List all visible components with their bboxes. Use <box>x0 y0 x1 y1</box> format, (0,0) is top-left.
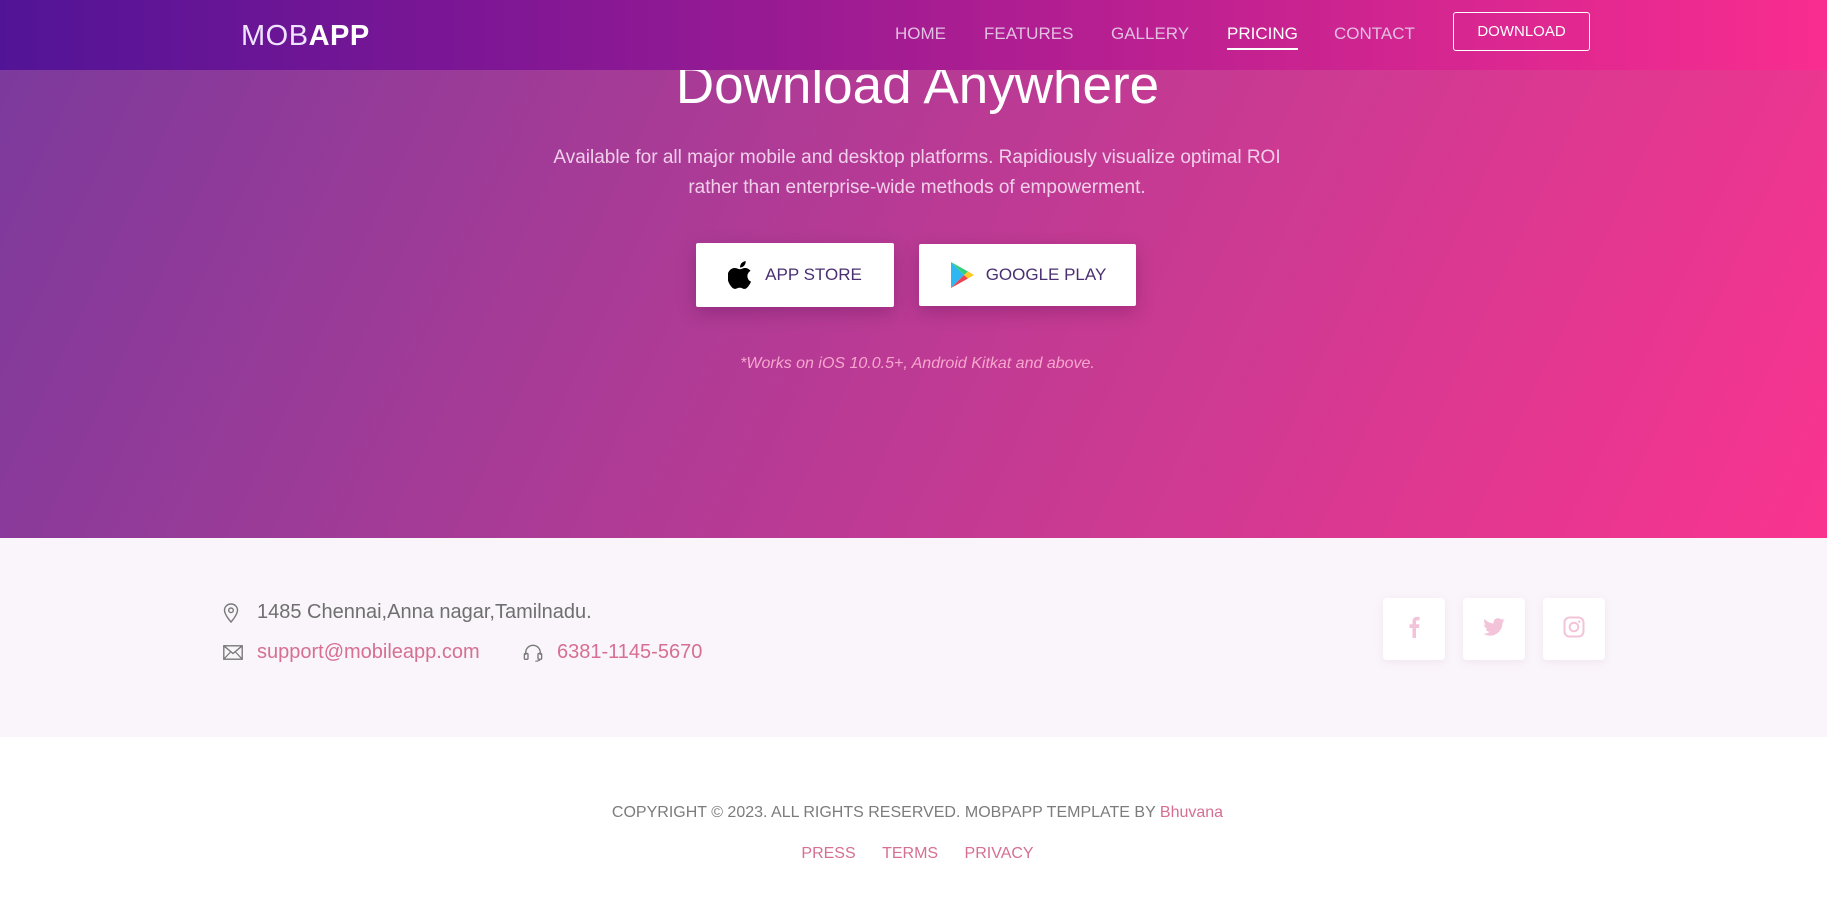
twitter-button[interactable] <box>1463 598 1525 660</box>
google-play-label: GOOGLE PLAY <box>985 265 1107 284</box>
hero-description-line-2: rather than enterprise-wide methods of e… <box>688 177 1146 198</box>
nav-pricing[interactable]: PRICING <box>1227 24 1298 50</box>
facebook-icon <box>1408 616 1420 643</box>
email-line: support@mobileapp.com <box>223 641 480 664</box>
compatibility-note: *Works on iOS 10.0.5+, Android Kitkat an… <box>740 355 1095 372</box>
footer: COPYRIGHT © 2023. ALL RIGHTS RESERVED. M… <box>0 737 1827 922</box>
twitter-icon <box>1483 617 1505 641</box>
phone-line: 6381-1145-5670 <box>523 641 702 664</box>
headset-icon <box>523 643 543 663</box>
apple-icon <box>728 260 754 290</box>
author-link[interactable]: Bhuvana <box>1160 804 1223 821</box>
phone-link[interactable]: 6381-1145-5670 <box>557 641 702 664</box>
address-line: 1485 Chennai,Anna nagar,Tamilnadu. <box>223 601 592 624</box>
footer-links: PRESS TERMS PRIVACY <box>0 845 1827 863</box>
app-store-button[interactable]: APP STORE <box>696 243 894 307</box>
google-play-icon <box>949 261 975 289</box>
hero-description-line-1: Available for all major mobile and deskt… <box>553 147 1281 168</box>
instagram-button[interactable] <box>1543 598 1605 660</box>
nav-contact[interactable]: CONTACT <box>1334 24 1415 44</box>
footer-link-terms[interactable]: TERMS <box>882 845 938 862</box>
footer-link-press[interactable]: PRESS <box>801 845 855 862</box>
top-navbar: MOBAPP HOME FEATURES GALLERY PRICING CON… <box>0 0 1827 70</box>
email-link[interactable]: support@mobileapp.com <box>257 641 480 664</box>
contact-band: 1485 Chennai,Anna nagar,Tamilnadu. suppo… <box>0 538 1827 737</box>
instagram-icon <box>1563 616 1585 643</box>
google-play-button[interactable]: GOOGLE PLAY <box>919 244 1136 306</box>
copyright-label: COPYRIGHT © 2023. ALL RIGHTS RESERVED. M… <box>611 804 1156 821</box>
location-pin-icon <box>223 602 243 623</box>
nav-gallery[interactable]: GALLERY <box>1111 24 1189 44</box>
hero-description: Available for all major mobile and deskt… <box>513 143 1321 203</box>
nav-features[interactable]: FEATURES <box>984 24 1073 44</box>
nav-home[interactable]: HOME <box>895 24 946 44</box>
download-hero: Download Anywhere Available for all majo… <box>0 0 1827 538</box>
app-store-label: APP STORE <box>765 265 862 284</box>
nav-download-button[interactable]: DOWNLOAD <box>1453 12 1590 51</box>
facebook-button[interactable] <box>1383 598 1445 660</box>
copyright-text: COPYRIGHT © 2023. ALL RIGHTS RESERVED. M… <box>0 804 1827 822</box>
address-text: 1485 Chennai,Anna nagar,Tamilnadu. <box>257 601 592 623</box>
footer-link-privacy[interactable]: PRIVACY <box>965 845 1034 862</box>
envelope-icon <box>223 645 243 660</box>
